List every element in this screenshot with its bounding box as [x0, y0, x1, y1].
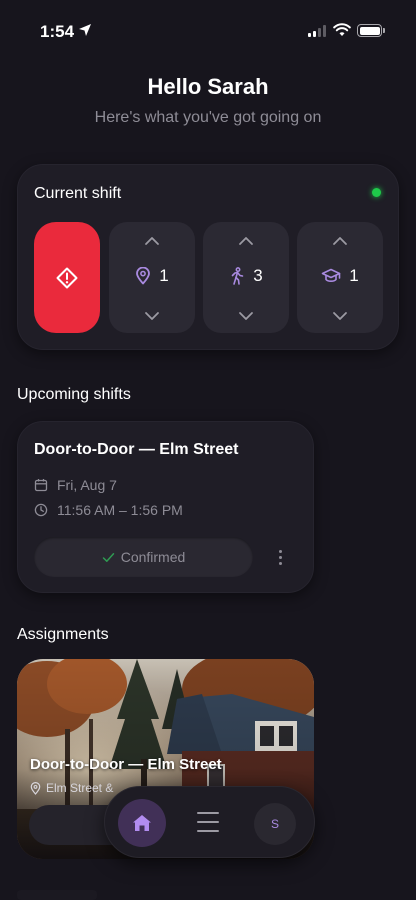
increment-button[interactable] [297, 236, 383, 246]
people-count: 3 [253, 266, 263, 285]
shift-date-row: Fri, Aug 7 [34, 477, 117, 493]
chevron-down-icon [145, 312, 159, 320]
shift-time-row: 11:56 AM – 1:56 PM [34, 502, 183, 518]
nav-profile-avatar[interactable]: S [254, 803, 296, 845]
shift-date: Fri, Aug 7 [57, 477, 117, 493]
wifi-icon [333, 23, 351, 36]
shift-active-indicator [372, 188, 381, 197]
battery-tip [383, 28, 385, 33]
assignment-title: Door-to-Door — Elm Street [30, 756, 222, 773]
map-pin-icon [136, 267, 151, 285]
current-shift-card: Current shift 1 3 1 [17, 164, 399, 350]
current-shift-title: Current shift [34, 185, 122, 202]
nav-home-button[interactable] [118, 799, 166, 847]
walking-person-icon [231, 267, 244, 285]
location-arrow-icon [79, 24, 91, 36]
greeting-subtitle: Here's what you've got going on [94, 109, 322, 126]
chevron-up-icon [239, 237, 253, 245]
graduation-cap-icon [321, 268, 341, 283]
avatar-initial: S [270, 817, 279, 831]
greeting-title: Hello Sarah [147, 74, 269, 99]
confirmed-label: Confirmed [120, 549, 186, 565]
emergency-alert-button[interactable] [34, 222, 100, 333]
checkmark-icon [102, 552, 114, 562]
status-bar: 1:54 [0, 0, 416, 60]
home-icon [133, 815, 151, 831]
assignment-location: Elm Street & [46, 781, 114, 795]
menu-line [197, 830, 219, 832]
map-pin-icon [30, 781, 41, 795]
chevron-up-icon [145, 237, 159, 245]
upcoming-shift-card[interactable]: Door-to-Door — Elm Street Fri, Aug 7 11:… [17, 421, 314, 593]
next-section-peek [17, 890, 97, 900]
education-count: 1 [349, 266, 359, 285]
upcoming-shifts-heading: Upcoming shifts [17, 386, 131, 403]
chevron-up-icon [333, 237, 347, 245]
decrement-button[interactable] [297, 311, 383, 321]
battery-icon [357, 24, 382, 37]
assignment-location-row: Elm Street & [30, 781, 113, 795]
more-options-button[interactable] [273, 545, 287, 569]
increment-button[interactable] [203, 236, 289, 246]
clock-icon [34, 503, 48, 517]
shift-title: Door-to-Door — Elm Street [34, 441, 239, 458]
decrement-button[interactable] [109, 311, 195, 321]
decrement-button[interactable] [203, 311, 289, 321]
bottom-navigation: S [104, 786, 315, 858]
assignments-heading: Assignments [17, 626, 109, 643]
menu-line [197, 821, 219, 823]
location-count: 1 [159, 266, 169, 285]
nav-menu-button[interactable] [197, 812, 219, 832]
warning-diamond-icon [56, 267, 78, 288]
chevron-down-icon [239, 312, 253, 320]
confirmed-status-button[interactable]: Confirmed [34, 537, 253, 577]
education-counter: 1 [297, 222, 383, 333]
shift-time: 11:56 AM – 1:56 PM [57, 502, 183, 518]
people-counter: 3 [203, 222, 289, 333]
location-counter: 1 [109, 222, 195, 333]
calendar-icon [34, 479, 48, 492]
cellular-signal-icon [308, 25, 326, 37]
menu-line [197, 812, 219, 814]
status-time: 1:54 [40, 22, 75, 41]
increment-button[interactable] [109, 236, 195, 246]
chevron-down-icon [333, 312, 347, 320]
